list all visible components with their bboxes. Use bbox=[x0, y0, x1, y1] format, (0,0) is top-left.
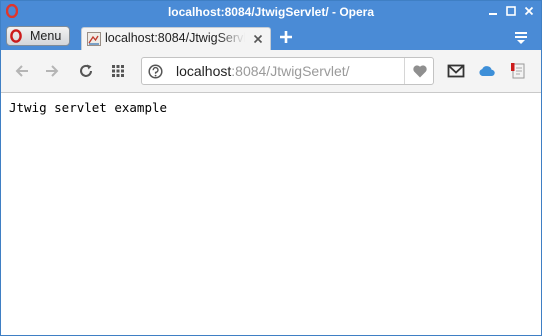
url-path: :8084/JtwigServlet/ bbox=[231, 63, 350, 79]
page-body-text: Jtwig servlet example bbox=[9, 100, 168, 115]
maximize-button[interactable] bbox=[503, 3, 519, 19]
tab-title: localhost:8084/JtwigServlet/ bbox=[105, 31, 245, 45]
plus-icon[interactable] bbox=[278, 29, 294, 45]
page-favicon-icon bbox=[87, 32, 101, 46]
mail-icon[interactable] bbox=[447, 62, 465, 80]
opera-menu-button[interactable]: Menu bbox=[6, 26, 70, 46]
url-host: localhost bbox=[176, 63, 232, 79]
window-title: localhost:8084/JtwigServlet/ - Opera bbox=[167, 5, 375, 19]
menu-label: Menu bbox=[30, 29, 62, 43]
window-controls bbox=[485, 3, 537, 19]
notes-icon[interactable] bbox=[509, 62, 527, 80]
navigation-toolbar: localhost:8084/JtwigServlet/ bbox=[1, 50, 541, 93]
close-button[interactable] bbox=[521, 3, 537, 19]
address-bar[interactable]: localhost:8084/JtwigServlet/ bbox=[141, 57, 434, 85]
url-text[interactable]: localhost:8084/JtwigServlet/ bbox=[176, 63, 350, 79]
cloud-icon[interactable] bbox=[478, 62, 496, 80]
title-bar[interactable]: localhost:8084/JtwigServlet/ - Opera bbox=[1, 1, 541, 23]
forward-arrow-icon[interactable] bbox=[44, 63, 60, 79]
heart-icon[interactable] bbox=[412, 63, 428, 79]
tab-menu-icon[interactable] bbox=[513, 29, 529, 45]
back-arrow-icon[interactable] bbox=[14, 63, 30, 79]
speed-dial-grid-icon[interactable] bbox=[110, 63, 126, 79]
opera-logo-icon bbox=[10, 29, 22, 43]
close-icon bbox=[524, 6, 534, 16]
tab-active[interactable]: localhost:8084/JtwigServlet/ bbox=[81, 27, 271, 50]
tab-close-icon[interactable] bbox=[252, 33, 264, 45]
site-info-icon[interactable] bbox=[148, 64, 163, 79]
page-content: Jtwig servlet example bbox=[1, 93, 541, 335]
reload-icon[interactable] bbox=[78, 63, 94, 79]
browser-window: localhost:8084/JtwigServlet/ - Opera Men… bbox=[0, 0, 542, 336]
address-divider bbox=[404, 58, 405, 84]
tab-bar: Menu localhost:8084/JtwigServlet/ bbox=[1, 23, 541, 50]
maximize-icon bbox=[506, 6, 516, 16]
minimize-button[interactable] bbox=[485, 3, 501, 19]
minimize-icon bbox=[489, 13, 497, 15]
